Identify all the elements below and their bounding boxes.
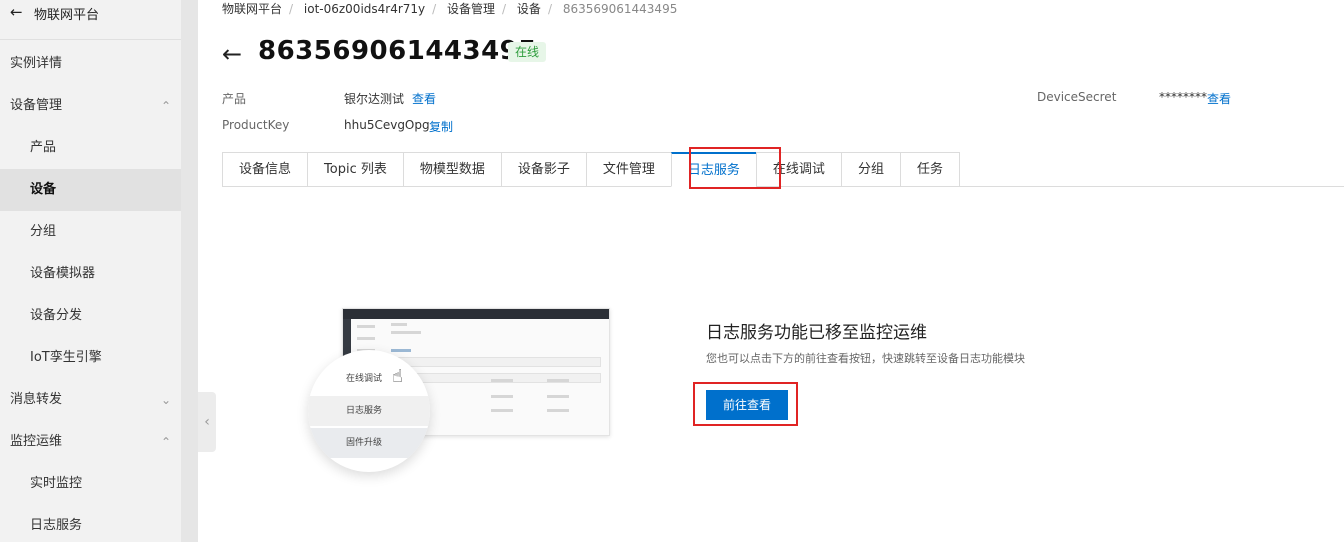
tab-thing-model-data[interactable]: 物模型数据 [402, 152, 501, 187]
arrow-left-icon[interactable]: ← [10, 3, 23, 21]
view-product-link[interactable]: 查看 [412, 90, 436, 107]
status-badge: 在线 [508, 42, 547, 62]
product-label: 产品 [222, 92, 247, 106]
sidebar: ← 物联网平台 实例详情 设备管理 ⌃ 产品 设备 分组 设备模拟器 设备分发 I… [0, 0, 181, 542]
breadcrumb-separator: / [432, 2, 437, 16]
page-title: 863569061443495 [258, 36, 537, 66]
view-devicesecret-link[interactable]: 查看 [1207, 90, 1231, 107]
sidebar-item-instance-detail[interactable]: 实例详情 [0, 43, 181, 85]
breadcrumb-item[interactable]: 设备管理 [447, 0, 495, 17]
mockup-bar [547, 379, 569, 382]
notice-title: 日志服务功能已移至监控运维 [706, 323, 927, 343]
sidebar-item-iot-twin-engine[interactable]: IoT孪生引擎 [0, 337, 181, 379]
highlight-box [689, 147, 781, 189]
mockup-bar [357, 325, 375, 328]
notice-description: 您也可以点击下方的前往查看按钮，快速跳转至设备日志功能模块 [706, 352, 1025, 365]
sidebar-item-log-service[interactable]: 日志服务 [0, 505, 181, 547]
tab-device-shadow[interactable]: 设备影子 [500, 152, 586, 187]
breadcrumb: 物联网平台 / iot-06z00ids4r4r71y / 设备管理 / 设备 / 86… [222, 0, 677, 17]
sidebar-item-label: 产品 [30, 140, 57, 155]
sidebar-item-label: IoT孪生引擎 [30, 350, 102, 365]
tab-group[interactable]: 分组 [840, 152, 900, 187]
mockup-bar [357, 337, 375, 340]
breadcrumb-item[interactable]: iot-06z00ids4r4r71y [304, 2, 425, 16]
sidebar-item-group[interactable]: 分组 [0, 211, 181, 253]
sidebar-item-label: 监控运维 [10, 434, 63, 449]
mockup-bar [491, 409, 513, 412]
arrow-left-icon[interactable]: ← [222, 40, 242, 68]
chevron-up-icon: ⌃ [160, 435, 171, 449]
breadcrumb-current: 863569061443495 [562, 2, 678, 16]
breadcrumb-separator: / [547, 2, 552, 16]
mockup-bar [391, 331, 421, 334]
mockup-topbar [343, 309, 609, 319]
sidebar-item-message-forwarding[interactable]: 消息转发 ⌄ [0, 379, 181, 421]
mockup-bar [391, 349, 411, 352]
tab-bar: 设备信息 Topic 列表 物模型数据 设备影子 文件管理 日志服务 在线调试 … [222, 152, 960, 187]
copy-productkey-link[interactable]: 复制 [429, 118, 453, 135]
sidebar-item-label: 日志服务 [30, 518, 83, 533]
mockup-bar [391, 323, 407, 326]
sidebar-item-label: 消息转发 [10, 392, 63, 407]
chevron-up-icon: ⌃ [160, 99, 171, 113]
sidebar-item-device[interactable]: 设备 [0, 169, 181, 211]
sidebar-item-label: 设备分发 [30, 308, 83, 323]
chevron-down-icon: ⌄ [160, 393, 171, 407]
sidebar-item-device-management[interactable]: 设备管理 ⌃ [0, 85, 181, 127]
sidebar-item-label: 实时监控 [30, 476, 83, 491]
log-service-illustration: 在线调试 日志服务 固件升级 ☝ [306, 306, 612, 476]
menu-magnifier: 在线调试 日志服务 固件升级 [308, 350, 430, 472]
sidebar-header: ← 物联网平台 [0, 0, 181, 40]
highlight-box [693, 382, 798, 426]
sidebar-item-label: 分组 [30, 224, 57, 239]
breadcrumb-separator: / [289, 2, 294, 16]
tab-file-management[interactable]: 文件管理 [585, 152, 671, 187]
breadcrumb-item[interactable]: 设备 [517, 0, 541, 17]
tab-device-info[interactable]: 设备信息 [222, 152, 308, 187]
tab-topic-list[interactable]: Topic 列表 [307, 152, 403, 187]
sidebar-item-label: 设备管理 [10, 98, 63, 113]
magnifier-menu-item: 固件升级 [308, 428, 430, 458]
sidebar-item-label: 设备 [30, 182, 57, 197]
mockup-bar [547, 395, 569, 398]
breadcrumb-separator: / [502, 2, 507, 16]
hand-pointer-icon: ☝ [392, 366, 403, 387]
tab-task[interactable]: 任务 [899, 152, 960, 187]
sidebar-item-device-simulator[interactable]: 设备模拟器 [0, 253, 181, 295]
sidebar-title[interactable]: 物联网平台 [34, 4, 99, 23]
productkey-value: hhu5CevgOpg [344, 118, 430, 132]
devicesecret-label: DeviceSecret [1037, 90, 1117, 104]
sidebar-item-monitoring-ops[interactable]: 监控运维 ⌃ [0, 421, 181, 463]
breadcrumb-item[interactable]: 物联网平台 [222, 0, 282, 17]
chevron-left-icon: ‹ [204, 414, 210, 430]
mockup-bar [491, 395, 513, 398]
sidebar-item-realtime-monitoring[interactable]: 实时监控 [0, 463, 181, 505]
collapse-sidebar-button[interactable]: ‹ [198, 392, 216, 452]
sidebar-item-label: 设备模拟器 [30, 266, 96, 281]
sidebar-item-label: 实例详情 [10, 56, 63, 71]
sidebar-item-product[interactable]: 产品 [0, 127, 181, 169]
magnifier-menu-item: 在线调试 [346, 374, 383, 384]
sidebar-item-device-distribution[interactable]: 设备分发 [0, 295, 181, 337]
productkey-label: ProductKey [222, 118, 290, 132]
devicesecret-value: ******** [1159, 90, 1207, 104]
mockup-bar [547, 409, 569, 412]
product-value: 银尔达测试 [344, 92, 405, 106]
sidebar-scrollbar[interactable] [181, 0, 198, 542]
mockup-bar [491, 379, 513, 382]
magnifier-menu-item: 日志服务 [308, 396, 430, 426]
